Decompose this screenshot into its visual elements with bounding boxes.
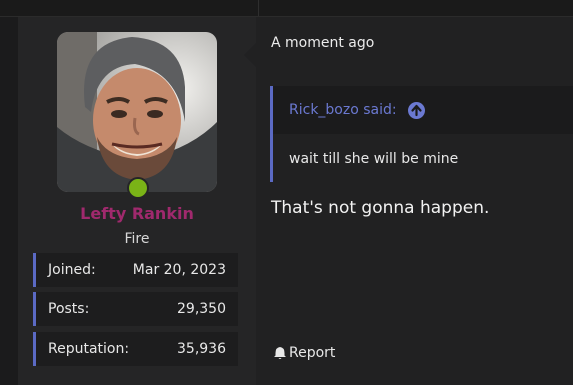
report-label: Report (289, 345, 336, 361)
stat-label: Reputation: (48, 341, 130, 357)
bell-icon (274, 347, 286, 359)
quote-text: wait till she will be mine (289, 151, 459, 167)
username[interactable]: Lefty Rankin (18, 204, 256, 223)
quote-author-link[interactable]: Rick_bozo said: (289, 102, 397, 118)
stat-label: Joined: (48, 262, 96, 278)
stat-joined: Joined: Mar 20, 2023 (33, 253, 238, 287)
divider (258, 0, 259, 16)
top-strip (0, 0, 573, 17)
user-title: Fire (124, 231, 150, 247)
stat-reputation: Reputation: 35,936 (33, 332, 238, 366)
quote-block: Rick_bozo said: wait till she will be mi… (270, 86, 573, 182)
avatar[interactable] (57, 32, 217, 192)
stat-label: Posts: (48, 301, 90, 317)
post-date[interactable]: A moment ago (271, 35, 374, 51)
online-status-indicator (127, 177, 149, 199)
message-body: That's not gonna happen. (271, 198, 490, 218)
quote-header: Rick_bozo said: (273, 86, 573, 134)
arrow-up-circle-icon[interactable] (408, 102, 425, 119)
stat-value: Mar 20, 2023 (132, 262, 226, 278)
message-arrow (244, 43, 256, 67)
report-button[interactable]: Report (273, 345, 335, 361)
stat-value: 29,350 (177, 301, 226, 317)
stat-value: 35,936 (177, 341, 226, 357)
stat-posts: Posts: 29,350 (33, 292, 238, 326)
